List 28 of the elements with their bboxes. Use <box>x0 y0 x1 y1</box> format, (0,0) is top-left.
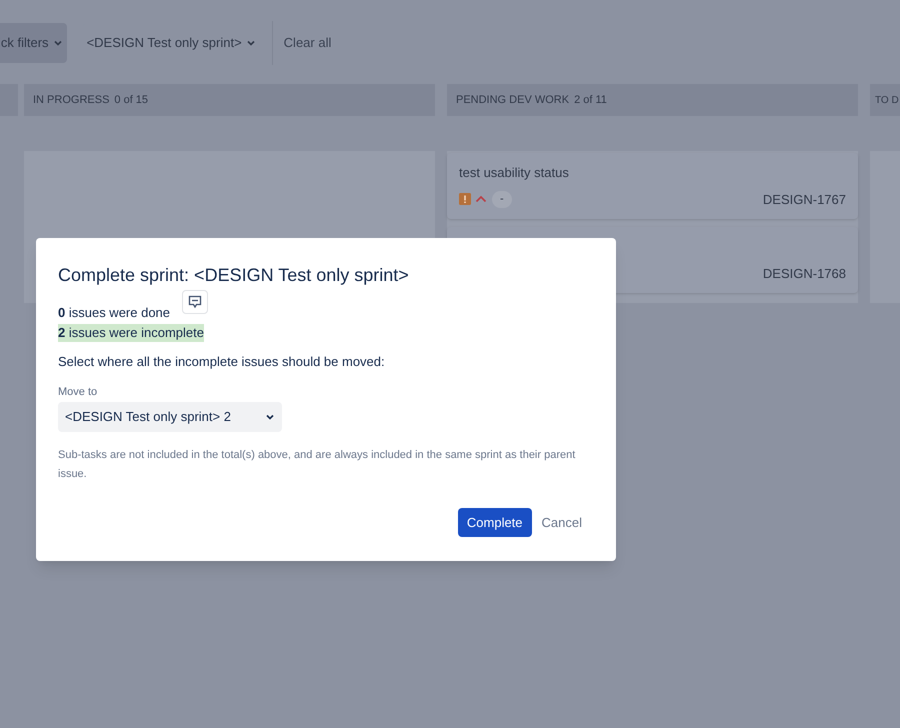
complete-button[interactable]: Complete <box>458 508 532 537</box>
chevron-down-icon <box>265 412 275 422</box>
column-title: PENDING DEV WORK <box>456 92 570 108</box>
priority-icon <box>475 195 487 204</box>
sprint-select[interactable]: <DESIGN Test only sprint> 2 <box>58 402 282 432</box>
chevron-down-icon <box>246 38 256 48</box>
clear-all-button[interactable]: Clear all <box>284 33 332 53</box>
column-title: TO D <box>875 94 899 108</box>
estimate-badge: - <box>492 191 512 208</box>
chevron-down-icon <box>52 38 63 48</box>
cancel-button[interactable]: Cancel <box>540 508 584 537</box>
issue-key: DESIGN-1767 <box>762 190 846 209</box>
issue-card[interactable]: test usability status - DESIGN-1767 <box>447 153 858 219</box>
move-prompt: Select where all the incomplete issues should be moved: <box>58 353 386 371</box>
column-count: 0 of 15 <box>114 92 148 108</box>
column-count: 2 of 11 <box>574 92 607 108</box>
sprint-stat: 0 issues were done <box>58 304 170 322</box>
sub-tasks-note: Sub-tasks are not included in the total(s) above, and are always included in the same sprint as their parent issue. <box>58 448 576 482</box>
issue-type-icon <box>459 193 471 206</box>
column-title: IN PROGRESS <box>33 92 110 108</box>
sprint-stat: 2 issues were incomplete <box>58 324 204 342</box>
comment-icon <box>188 295 202 309</box>
dialog-title: Complete sprint: <DESIGN Test only sprint> <box>58 264 410 287</box>
filter-dropdown[interactable]: ick filters <box>0 23 67 63</box>
move-to-label: Move to <box>58 384 98 400</box>
card-title: test usability status <box>459 164 570 182</box>
comment-button[interactable] <box>182 290 208 314</box>
issue-key: DESIGN-1768 <box>762 264 846 283</box>
